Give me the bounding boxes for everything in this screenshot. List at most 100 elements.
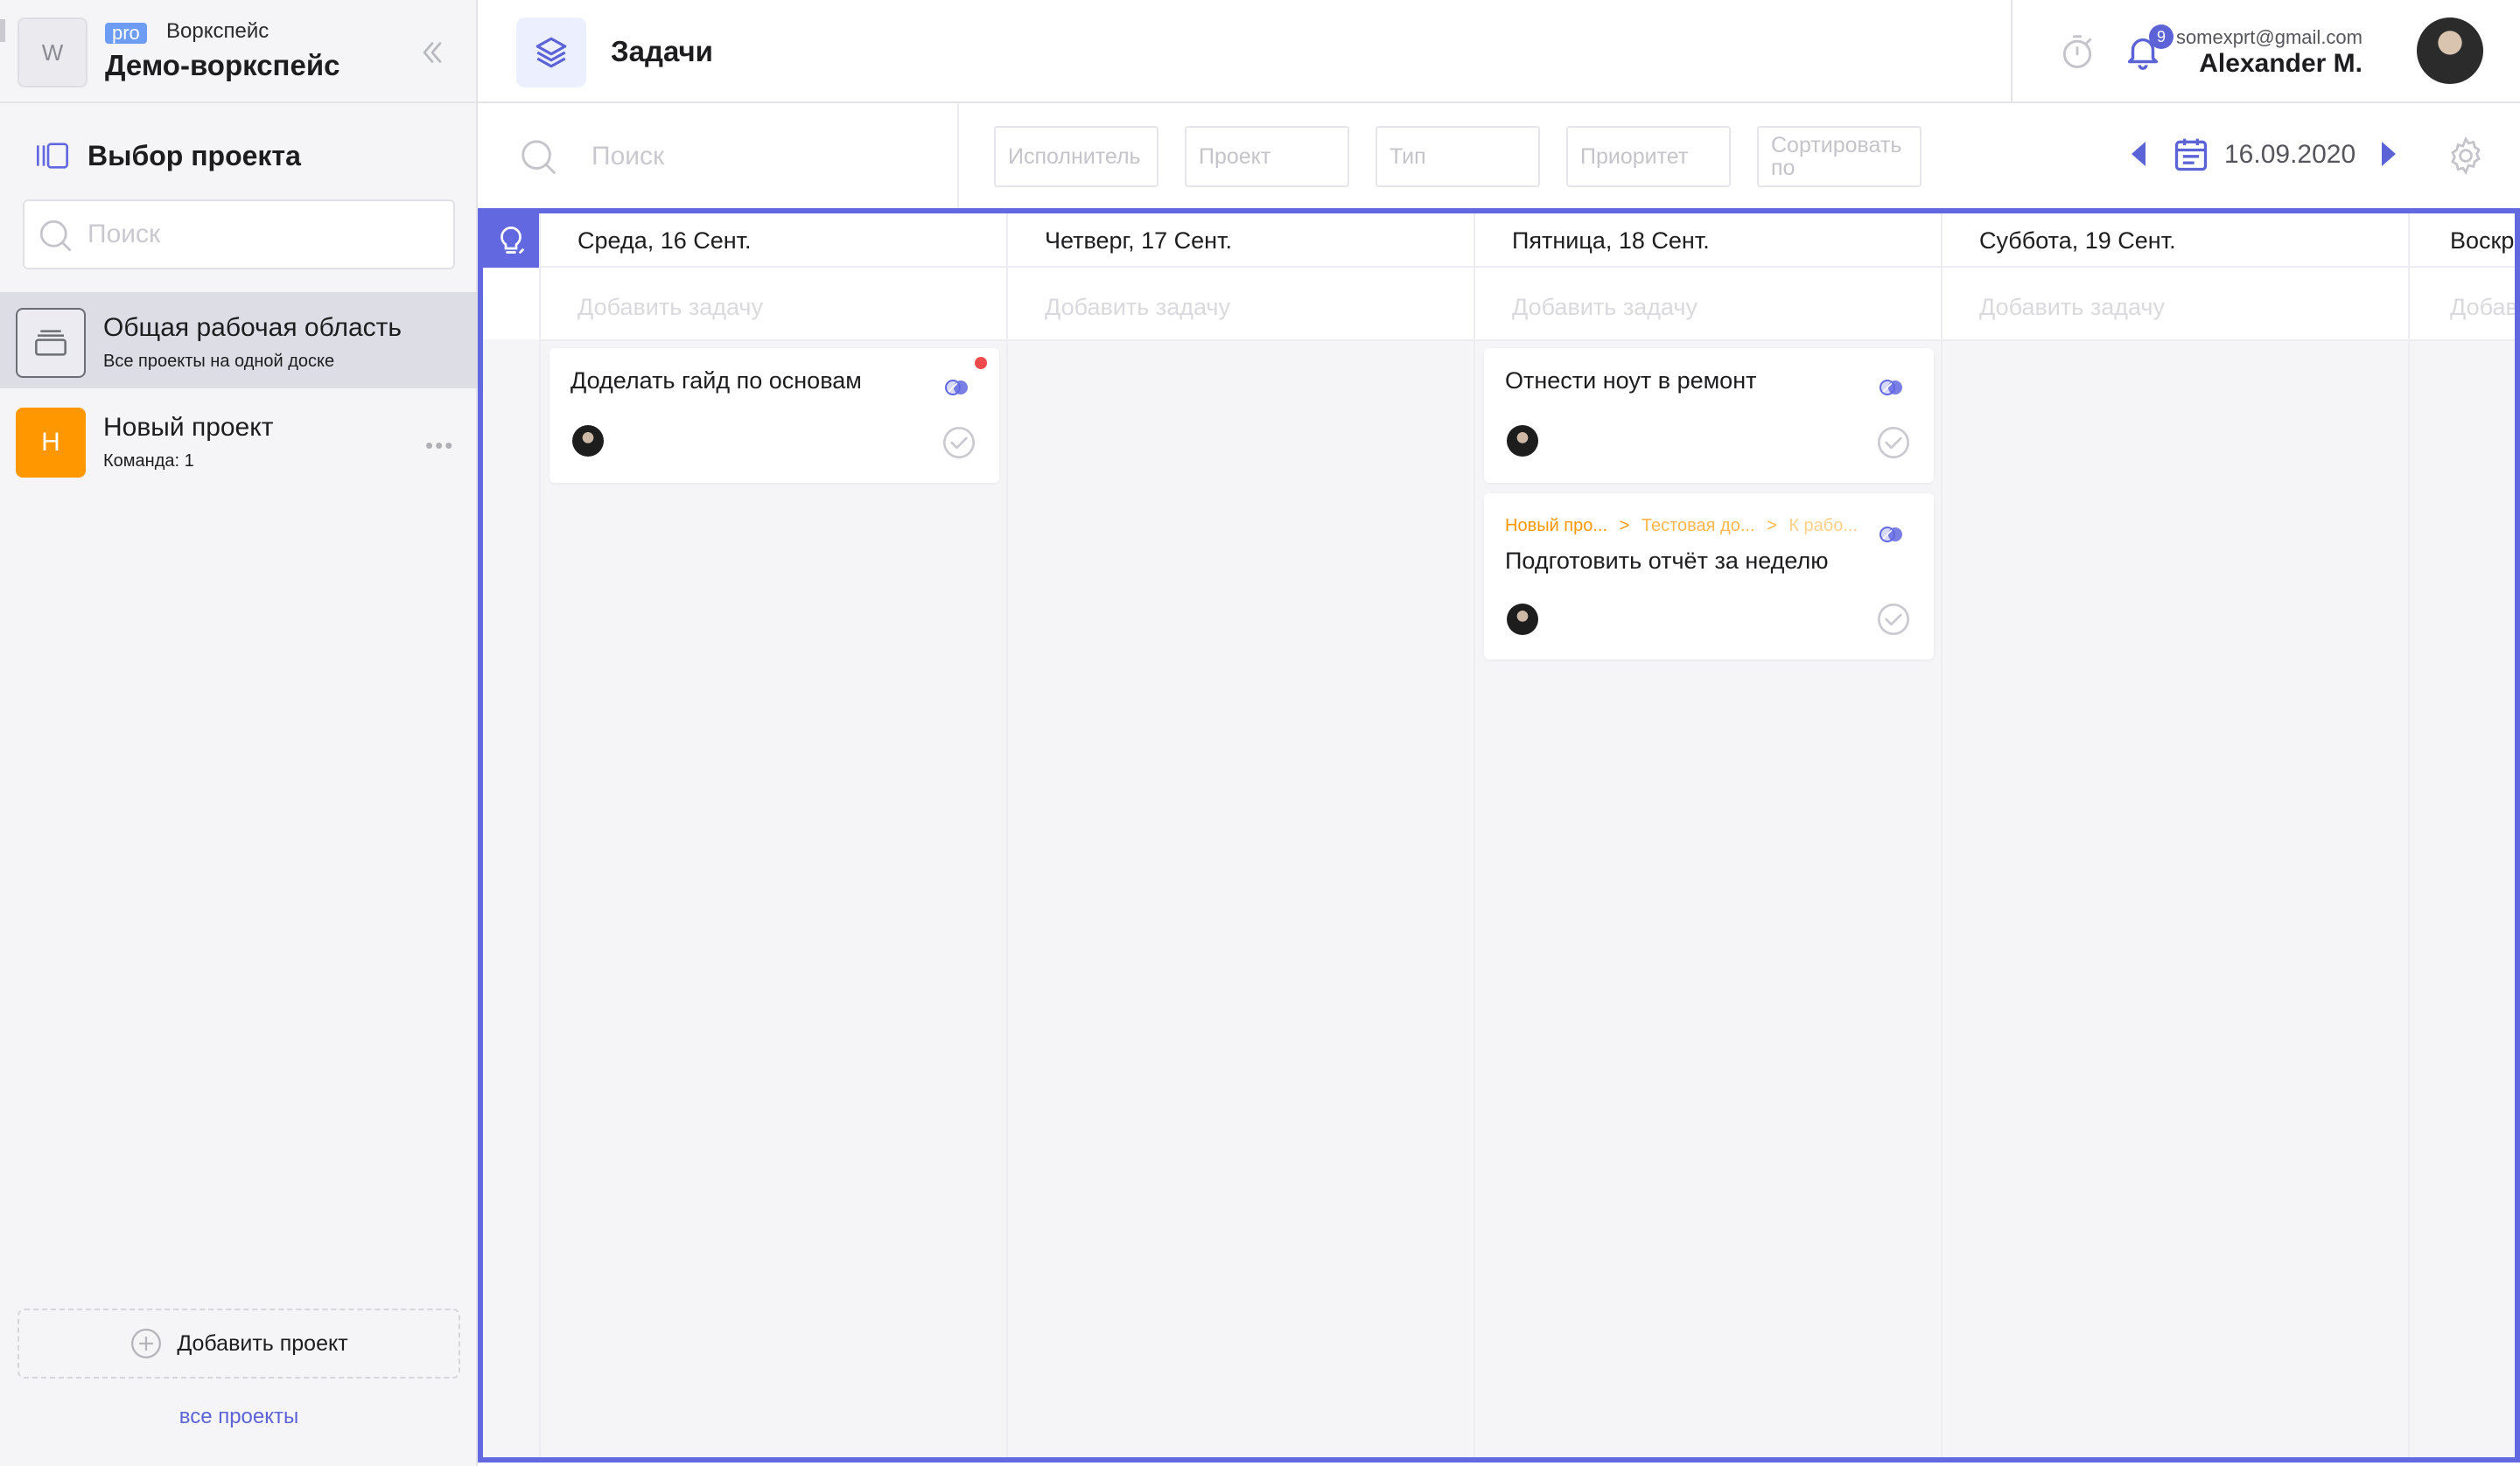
task-board: Среда, 16 Сент. Добавить задачу Доделать… xyxy=(478,208,2520,1463)
column-date: Суббота, 19 Сент. xyxy=(1979,227,2176,254)
sort-label-line1: Сортировать xyxy=(1771,133,1902,157)
add-task-input[interactable]: Добавить задачу xyxy=(2450,294,2515,321)
user-name[interactable]: Alexander M. xyxy=(2199,49,2362,79)
project-picker-heading: Выбор проекта xyxy=(35,138,301,173)
breadcrumb-board[interactable]: Тестовая до... xyxy=(1642,516,1755,535)
notification-badge: 9 xyxy=(2149,24,2174,49)
workspace-avatar[interactable]: W xyxy=(18,17,88,87)
all-projects-link[interactable]: все проекты xyxy=(0,1405,478,1429)
project-name: Новый проект xyxy=(103,413,274,442)
priority-filter[interactable]: Приоритет xyxy=(1566,126,1731,187)
tag-icon[interactable] xyxy=(943,378,971,397)
project-filter[interactable]: Проект xyxy=(1185,126,1349,187)
add-project-button[interactable]: Добавить проект xyxy=(18,1309,460,1379)
workspace-header: W pro Воркспейс Демо-воркспейс xyxy=(0,0,478,103)
assignee-avatar[interactable] xyxy=(1507,425,1538,457)
type-filter[interactable]: Тип xyxy=(1376,126,1540,187)
task-card[interactable]: Отнести ноут в ремонт xyxy=(1484,348,1934,483)
sort-filter[interactable]: Сортировать по xyxy=(1757,126,1922,187)
column-date: Четверг, 17 Сент. xyxy=(1045,227,1232,254)
check-circle-icon[interactable] xyxy=(1876,425,1911,460)
add-task-input[interactable]: Добавить задачу xyxy=(578,294,763,321)
sidebar-search[interactable] xyxy=(23,199,455,269)
column-date: Воскресенье, 20 Сент. xyxy=(2450,227,2520,254)
day-column: Четверг, 17 Сент. Добавить задачу xyxy=(1008,213,1475,1457)
add-task-input[interactable]: Добавить задачу xyxy=(1045,294,1230,321)
sidebar-search-input[interactable] xyxy=(88,215,438,254)
tag-icon[interactable] xyxy=(1878,378,1906,397)
day-column: Воскресенье, 20 Сент. Добавить задачу xyxy=(2410,213,2520,1457)
task-card[interactable]: Доделать гайд по основам xyxy=(550,348,999,483)
assignee-filter[interactable]: Исполнитель xyxy=(994,126,1158,187)
column-header: Пятница, 18 Сент. xyxy=(1475,213,1941,268)
search-icon xyxy=(39,220,72,252)
alert-dot xyxy=(975,357,987,369)
column-body xyxy=(2410,341,2515,1457)
task-search-input[interactable] xyxy=(592,138,854,175)
assignee-avatar[interactable] xyxy=(1507,604,1538,635)
divider xyxy=(957,103,959,208)
collapse-sidebar-icon[interactable] xyxy=(416,37,448,68)
top-bar: Задачи 9 somexprt@gmail.com Alexander M. xyxy=(478,0,2520,103)
lightbulb-icon[interactable] xyxy=(483,213,539,268)
column-header: Среда, 16 Сент. xyxy=(541,213,1006,268)
column-date: Среда, 16 Сент. xyxy=(578,227,752,254)
breadcrumb-project[interactable]: Новый про... xyxy=(1505,516,1607,535)
sidebar: W pro Воркспейс Демо-воркспейс Выбор про… xyxy=(0,0,478,1466)
breadcrumb-column[interactable]: К рабо... xyxy=(1788,516,1858,535)
prev-date-button[interactable] xyxy=(2132,142,2146,166)
filter-bar: Исполнитель Проект Тип Приоритет Сортиро… xyxy=(478,103,2520,208)
current-date[interactable]: 16.09.2020 xyxy=(2224,140,2356,170)
user-avatar[interactable] xyxy=(2417,17,2483,84)
task-title: Доделать гайд по основам xyxy=(570,367,862,394)
pro-badge: pro xyxy=(105,23,147,44)
more-options-icon[interactable]: ••• xyxy=(425,432,454,459)
add-task-input[interactable]: Добавить задачу xyxy=(1979,294,2165,321)
gear-icon[interactable] xyxy=(2445,135,2487,177)
sort-label-line2: по xyxy=(1771,156,1796,180)
breadcrumb: Новый про... > Тестовая до... > К рабо..… xyxy=(1505,516,1858,536)
task-card[interactable]: Новый про... > Тестовая до... > К рабо..… xyxy=(1484,493,1934,660)
project-subtitle: Команда: 1 xyxy=(103,451,194,471)
add-task-input[interactable]: Добавить задачу xyxy=(1512,294,1698,321)
workspace-name[interactable]: Демо-воркспейс xyxy=(105,49,340,82)
day-column: Суббота, 19 Сент. Добавить задачу xyxy=(1942,213,2410,1457)
search-icon xyxy=(522,140,556,175)
check-circle-icon[interactable] xyxy=(1876,602,1911,637)
page-title: Задачи xyxy=(611,35,713,67)
column-date: Пятница, 18 Сент. xyxy=(1512,227,1710,254)
calendar-icon[interactable] xyxy=(2172,135,2210,175)
column-body xyxy=(1008,341,1474,1457)
project-item-common[interactable]: Общая рабочая область Все проекты на одн… xyxy=(0,292,478,388)
check-circle-icon[interactable] xyxy=(942,425,976,460)
project-name: Общая рабочая область xyxy=(103,313,402,342)
board-icon xyxy=(16,308,86,378)
column-header: Суббота, 19 Сент. xyxy=(1942,213,2408,268)
breadcrumb-separator: > xyxy=(1619,516,1630,535)
timer-icon[interactable] xyxy=(2058,33,2096,72)
task-title: Отнести ноут в ремонт xyxy=(1505,367,1757,394)
column-body: Доделать гайд по основам xyxy=(541,341,1006,1457)
board-columns-icon xyxy=(37,143,69,169)
project-avatar: Н xyxy=(16,408,86,478)
add-project-label: Добавить проект xyxy=(177,1330,348,1356)
day-column: Среда, 16 Сент. Добавить задачу Доделать… xyxy=(541,213,1008,1457)
user-email: somexprt@gmail.com xyxy=(2175,26,2362,48)
scroll-indicator xyxy=(0,19,5,42)
divider xyxy=(2011,0,2012,103)
layers-icon[interactable] xyxy=(516,17,586,87)
tag-icon[interactable] xyxy=(1878,525,1906,544)
assignee-avatar[interactable] xyxy=(572,425,604,457)
column-body xyxy=(1942,341,2408,1457)
task-title: Подготовить отчёт за неделю xyxy=(1505,548,1829,574)
next-date-button[interactable] xyxy=(2382,142,2396,166)
column-body: Отнести ноут в ремонт Новый про... > Тес… xyxy=(1475,341,1941,1457)
project-subtitle: Все проекты на одной доске xyxy=(103,352,335,371)
plus-circle-icon xyxy=(131,1329,162,1358)
breadcrumb-separator: > xyxy=(1767,516,1777,535)
workspace-label: Воркспейс xyxy=(166,19,270,43)
project-item-new[interactable]: Н Новый проект Команда: 1 ••• xyxy=(0,392,478,488)
column-header: Воскресенье, 20 Сент. xyxy=(2410,213,2520,268)
day-column: Пятница, 18 Сент. Добавить задачу Отнест… xyxy=(1475,213,1942,1457)
project-picker-title: Выбор проекта xyxy=(88,139,301,171)
